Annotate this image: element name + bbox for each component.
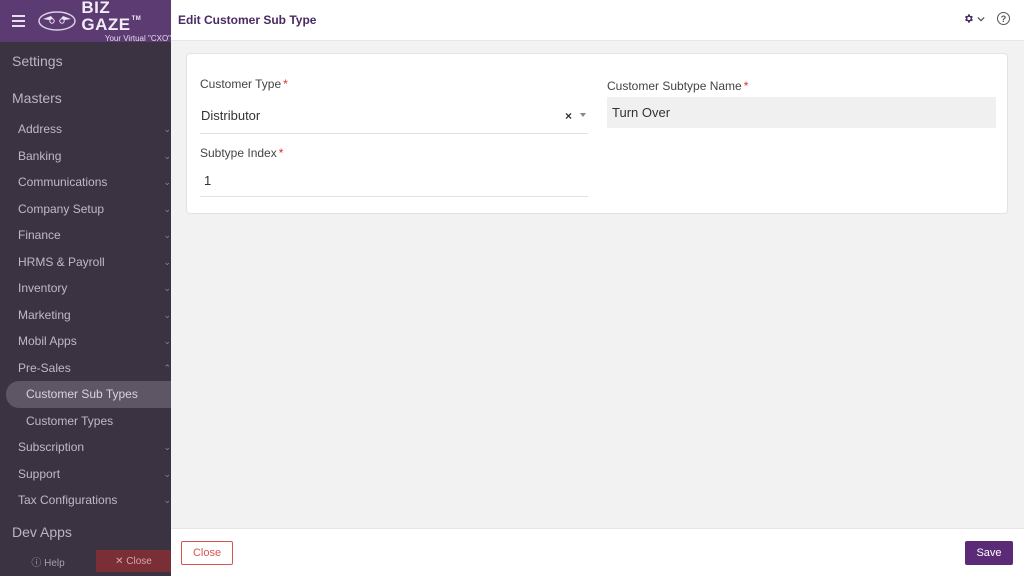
panel-footer: Close Save <box>171 528 1024 576</box>
help-icon[interactable]: ? <box>997 12 1010 25</box>
clear-selection-icon[interactable]: × <box>565 109 572 123</box>
sidebar-item-label: Tax Configurations <box>18 493 118 507</box>
sidebar-item-label: Mobil Apps <box>18 334 77 348</box>
subtype-index-field: Subtype Index * 1 <box>200 146 588 197</box>
sidebar-item-label: Pre-Sales <box>18 360 71 375</box>
sidebar-item-support[interactable]: Support ⌄ <box>0 461 171 488</box>
customer-type-field: Customer Type * Distributor × <box>200 77 588 134</box>
chevron-down-icon: ⌄ <box>163 309 171 320</box>
sidebar-item-communications[interactable]: Communications ⌄ <box>0 169 171 196</box>
sidebar-section-settings[interactable]: Settings <box>0 42 171 80</box>
brand-logo: BIZ GAZETM Your Virtual "CXO" <box>81 0 171 43</box>
brand-name: BIZ GAZE <box>81 0 131 34</box>
required-marker: * <box>743 79 749 93</box>
sidebar-item-subscription[interactable]: Subscription ⌄ <box>0 434 171 461</box>
chevron-down-icon: ⌄ <box>163 177 171 187</box>
sidebar-close-label: Close <box>126 555 152 567</box>
chevron-down-icon: ⌄ <box>163 468 171 479</box>
subtype-index-input[interactable]: 1 <box>200 164 588 197</box>
sidebar-item-inventory[interactable]: Inventory ⌄ <box>0 275 171 302</box>
sidebar-item-pre-sales[interactable]: Pre-Sales ⌃ <box>0 355 171 382</box>
sidebar-help-button[interactable]: ⓘ Help <box>0 554 96 569</box>
save-button[interactable]: Save <box>965 541 1013 565</box>
sidebar-item-marketing[interactable]: Marketing ⌄ <box>0 302 171 329</box>
sidebar-item-mobil-apps[interactable]: Mobil Apps ⌄ <box>0 328 171 355</box>
help-circle-icon: ⓘ <box>31 557 42 569</box>
chevron-down-icon: ⌄ <box>163 230 171 240</box>
customer-subtype-name-field: Customer Subtype Name * <box>607 79 996 128</box>
close-button[interactable]: Close <box>181 541 233 565</box>
sidebar-subitem-customer-sub-types[interactable]: Customer Sub Types <box>6 381 171 408</box>
required-marker: * <box>278 146 284 160</box>
sidebar-item-banking[interactable]: Banking ⌄ <box>0 143 171 170</box>
sidebar-item-label: Finance <box>18 228 61 242</box>
customer-subtype-name-label-text: Customer Subtype Name <box>607 79 742 93</box>
sidebar-item-finance[interactable]: Finance ⌄ <box>0 222 171 249</box>
sidebar-item-label: Address <box>18 122 63 136</box>
sidebar-item-label: Inventory <box>18 281 68 295</box>
brand-tm: TM <box>131 16 142 22</box>
subtype-index-value: 1 <box>204 172 212 188</box>
chevron-down-icon: ⌄ <box>163 442 171 452</box>
hamburger-menu-icon[interactable] <box>12 15 26 27</box>
header-actions: ? <box>963 12 1010 25</box>
caret-down-icon[interactable] <box>580 113 586 117</box>
sidebar-subitem-customer-types[interactable]: Customer Types <box>0 408 171 435</box>
sidebar-item-tax-configurations[interactable]: Tax Configurations ⌄ <box>0 487 171 514</box>
sidebar-item-label: Subscription <box>18 440 85 454</box>
brand-tagline: Your Virtual "CXO" <box>104 34 171 43</box>
sidebar-item-company-setup[interactable]: Company Setup ⌄ <box>0 196 171 223</box>
chevron-down-icon: ⌄ <box>163 336 171 346</box>
sidebar-item-label: Marketing <box>18 307 71 322</box>
sidebar-close-button[interactable]: ✕ Close <box>96 550 171 572</box>
bizgaze-logo-icon <box>37 10 77 32</box>
customer-type-label-text: Customer Type <box>200 77 282 91</box>
sidebar-item-hrms-payroll[interactable]: HRMS & Payroll ⌄ <box>0 249 171 276</box>
chevron-down-icon: ⌄ <box>163 203 171 214</box>
settings-dropdown[interactable] <box>963 13 985 24</box>
required-marker: * <box>283 77 288 91</box>
subtype-index-label-text: Subtype Index <box>200 146 277 160</box>
chevron-up-icon: ⌃ <box>163 362 171 373</box>
sidebar-footer: ⓘ Help ✕ Close <box>0 546 171 576</box>
chevron-down-icon: ⌄ <box>163 124 171 134</box>
chevron-down-icon <box>977 16 985 21</box>
page-title: Edit Customer Sub Type <box>178 13 317 27</box>
close-icon: ✕ <box>115 555 124 567</box>
customer-type-select[interactable]: Distributor × <box>200 97 588 134</box>
customer-subtype-name-label: Customer Subtype Name * <box>607 79 996 93</box>
chevron-down-icon: ⌄ <box>163 495 171 505</box>
sidebar-item-label: Banking <box>18 148 62 163</box>
customer-type-value: Distributor <box>201 107 261 123</box>
gear-icon <box>965 14 973 23</box>
sidebar-section-masters[interactable]: Masters <box>0 80 171 116</box>
sidebar-item-address[interactable]: Address ⌄ <box>0 116 171 143</box>
brand-bar: BIZ GAZETM Your Virtual "CXO" <box>0 0 171 43</box>
sidebar-help-label: Help <box>44 557 65 569</box>
form-card: Customer Type * Distributor × Customer Su… <box>186 53 1008 214</box>
sidebar: BIZ GAZETM Your Virtual "CXO" Settings M… <box>0 0 171 576</box>
sidebar-item-label: Support <box>18 466 61 481</box>
customer-subtype-name-input[interactable] <box>607 97 996 128</box>
edit-panel: Edit Customer Sub Type ? Customer Type * … <box>171 0 1024 576</box>
sidebar-item-label: Communications <box>18 175 108 189</box>
chevron-down-icon: ⌄ <box>163 283 171 293</box>
customer-type-label: Customer Type * <box>200 77 588 91</box>
sidebar-item-label: Company Setup <box>18 201 105 216</box>
chevron-down-icon: ⌄ <box>163 150 171 161</box>
panel-header: Edit Customer Sub Type ? <box>171 0 1024 41</box>
sidebar-section-dev-apps[interactable]: Dev Apps <box>0 514 171 550</box>
sidebar-item-label: HRMS & Payroll <box>18 254 105 269</box>
chevron-down-icon: ⌄ <box>163 256 171 267</box>
subtype-index-label: Subtype Index * <box>200 146 588 160</box>
